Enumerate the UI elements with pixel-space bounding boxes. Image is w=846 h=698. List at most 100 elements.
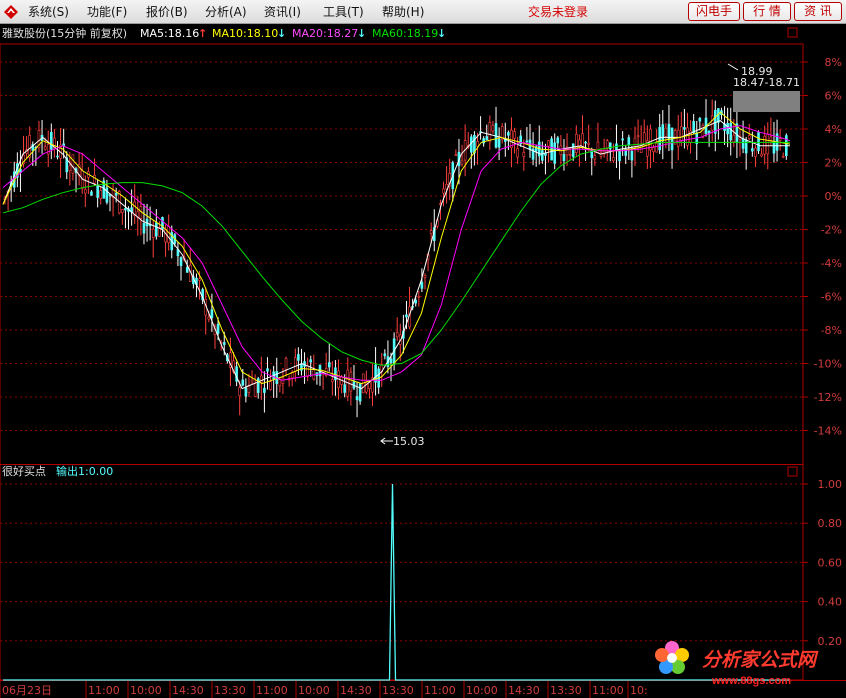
candle-body [541, 150, 544, 161]
candle-body [488, 122, 492, 143]
candle-body [778, 138, 782, 141]
range-label: 18.47-18.71 [733, 76, 800, 89]
y-tick-label: 0.60 [818, 556, 843, 569]
y-tick-label: 0.40 [818, 596, 843, 609]
chart-canvas[interactable]: 8% 6% 4% 2% 0% -2% -4% -6% -8% -10% -12% -14% 1.00 0… [0, 0, 846, 698]
candle-body [460, 160, 464, 165]
time-label: 14:30 [340, 684, 372, 697]
price-range-box [733, 91, 800, 112]
candle-body [238, 387, 241, 396]
candle-body [494, 123, 498, 148]
candle-body [99, 190, 103, 199]
candle-body [747, 135, 751, 139]
y-tick-label: 1.00 [818, 478, 843, 491]
candle-body [769, 136, 773, 141]
candle-body [525, 140, 529, 143]
y-tick-label: -4% [821, 257, 842, 270]
panel-toggle-icon[interactable] [787, 27, 798, 38]
y-tick-label: -10% [814, 358, 842, 371]
watermark-url: www.88gs.com [711, 675, 791, 687]
candle-body [763, 135, 766, 155]
candle-body [618, 150, 621, 162]
candle-body [420, 281, 424, 289]
candle-body [593, 155, 597, 160]
candle-body [355, 396, 359, 401]
candle-body [179, 257, 183, 266]
candle-body [630, 150, 634, 161]
candle-body [553, 142, 556, 164]
y-tick-label: -8% [821, 324, 842, 337]
candle-body [417, 295, 421, 298]
candle-body [636, 135, 640, 138]
candle-body [71, 154, 75, 174]
candle-body [185, 267, 189, 273]
candlesticks [3, 99, 788, 418]
y-tick-label: -6% [821, 291, 842, 304]
candle-body [216, 323, 220, 334]
y-tick-label: 0.20 [818, 635, 843, 648]
candle-body [155, 222, 158, 237]
candle-body [621, 138, 624, 141]
candle-body [263, 387, 266, 393]
candle-body [50, 131, 53, 150]
y-tick-label: 0% [825, 190, 842, 203]
candle-body [331, 379, 334, 382]
candle-body [167, 226, 170, 243]
candle-body [522, 152, 526, 157]
candle-body [114, 192, 118, 196]
candle-body [726, 123, 729, 135]
y-tick-label: 0.80 [818, 517, 843, 530]
candle-body [297, 354, 300, 361]
candle-body [343, 384, 346, 393]
candle-body [309, 359, 313, 363]
candle-body [713, 110, 717, 134]
candle-body [124, 208, 127, 211]
candle-body [507, 132, 510, 136]
y-tick-label: -2% [821, 224, 842, 237]
time-label: 13:30 [382, 684, 414, 697]
candle-body [562, 154, 566, 162]
high-pointer [727, 63, 739, 71]
candle-body [43, 146, 47, 150]
indicator-toggle-icon[interactable] [787, 466, 798, 477]
candle-body [93, 175, 96, 184]
candle-body [284, 357, 288, 370]
candle-body [349, 371, 353, 392]
time-label: 13:30 [214, 684, 246, 697]
candle-body [497, 138, 501, 148]
candle-body [429, 230, 433, 234]
y-tick-label: 6% [825, 90, 842, 103]
candle-body [587, 142, 590, 145]
candle-body [757, 132, 760, 152]
candle-body [707, 130, 711, 134]
candle-body [278, 379, 282, 387]
time-label: 13:30 [550, 684, 582, 697]
candle-body [269, 381, 272, 390]
time-label: 10:00 [466, 684, 498, 697]
candle-body [627, 137, 631, 146]
time-label: 06月23日 [2, 684, 52, 697]
candle-body [121, 209, 124, 213]
candle-body [90, 191, 93, 196]
candle-body [575, 133, 578, 153]
candle-body [383, 353, 387, 357]
low-label: 15.03 [393, 435, 425, 448]
y-tick-label: -14% [814, 425, 842, 438]
candle-body [655, 142, 658, 153]
candle-body [547, 140, 550, 147]
candle-body [664, 127, 668, 137]
time-label: 11:00 [424, 684, 456, 697]
candle-body [710, 115, 714, 131]
candle-body [661, 124, 665, 142]
time-label: 11:00 [256, 684, 288, 697]
candle-body [516, 148, 519, 158]
time-label: 10: [630, 684, 648, 697]
candle-body [68, 165, 72, 171]
candle-body [652, 147, 655, 153]
candle-body [96, 185, 99, 198]
candle-body [142, 223, 146, 234]
candle-body [513, 131, 516, 139]
candle-body [556, 137, 560, 144]
candle-body [680, 126, 683, 142]
y-tick-label: 8% [825, 56, 842, 69]
